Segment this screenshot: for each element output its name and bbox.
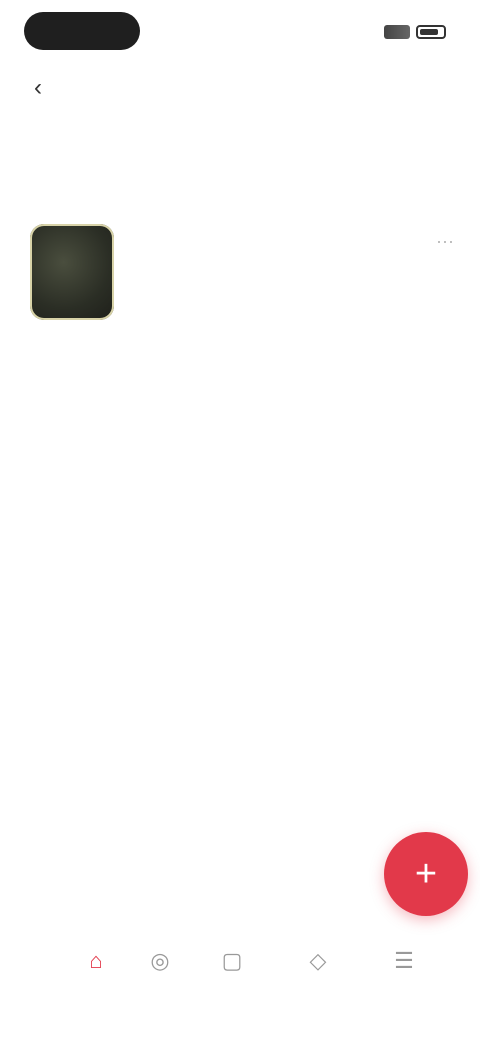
battery-icon [416, 25, 446, 39]
camera-pill [24, 12, 140, 50]
signal-icon [384, 25, 410, 39]
item-thumbnail [30, 224, 114, 320]
home-icon: ⌂ [89, 948, 103, 973]
nav-item-chat[interactable]: ▢ [196, 940, 268, 1020]
chat-icon: ▢ [221, 948, 243, 973]
add-button[interactable]: + [384, 832, 468, 916]
profile-icon: ◇ [309, 948, 327, 973]
bottom-nav: ⌂ ◎ ▢ ◇ ☰ [0, 940, 480, 1040]
nav-item-profile[interactable]: ◇ [282, 940, 354, 1020]
discover-icon: ◎ [150, 948, 170, 973]
nav-item-home[interactable]: ⌂ [60, 940, 132, 1020]
nav-item-discover[interactable]: ◎ [124, 940, 196, 1020]
more-icon[interactable]: ⋯ [436, 232, 454, 253]
app-screen: ‹ ⋯ + ⌂ ◎ ▢ ◇ ☰ [0, 0, 480, 1040]
plus-icon: + [414, 852, 438, 895]
list-item[interactable]: ⋯ [0, 210, 480, 330]
nav-item-more[interactable]: ☰ [368, 940, 440, 1020]
top-tabs-row: ‹ [0, 64, 480, 112]
status-indicators [378, 20, 446, 44]
stats-row [0, 126, 480, 196]
back-button[interactable]: ‹ [22, 72, 54, 104]
chevron-left-icon: ‹ [34, 74, 42, 101]
more-icon: ☰ [394, 948, 414, 973]
status-bar [0, 0, 480, 64]
